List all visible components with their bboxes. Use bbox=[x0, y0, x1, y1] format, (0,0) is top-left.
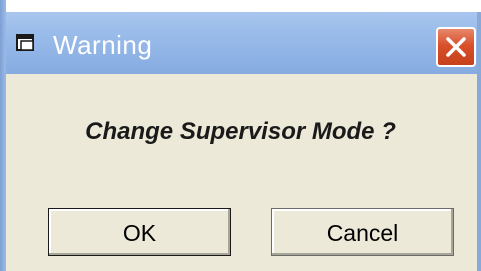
cancel-button[interactable]: Cancel bbox=[271, 208, 454, 256]
window-title: Warning bbox=[53, 30, 153, 60]
dialog-message: Change Supervisor Mode ? bbox=[85, 118, 396, 145]
ok-button[interactable]: OK bbox=[48, 208, 231, 256]
close-button[interactable] bbox=[436, 27, 476, 67]
warning-dialog: Warning Change Supervisor Mode ? OK Canc… bbox=[0, 0, 481, 271]
window-icon bbox=[16, 33, 36, 53]
title-bar[interactable]: Warning bbox=[0, 12, 481, 74]
window-top-edge bbox=[0, 0, 481, 12]
